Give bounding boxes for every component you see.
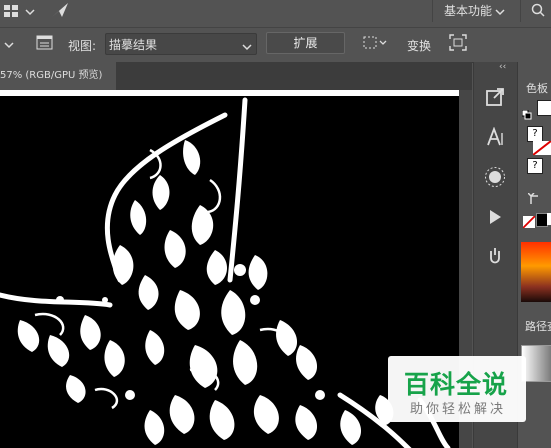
document-setup-icon[interactable] bbox=[36, 35, 54, 51]
isolate-icon[interactable] bbox=[449, 34, 467, 51]
collapse-chevron-icon[interactable] bbox=[3, 37, 15, 51]
export-icon[interactable] bbox=[478, 80, 511, 113]
divider bbox=[432, 0, 433, 22]
view-dropdown-value: 描摹结果 bbox=[109, 38, 158, 52]
workspace-switcher-icon[interactable] bbox=[3, 3, 19, 17]
color-spectrum[interactable] bbox=[521, 242, 551, 302]
color-panel-label[interactable]: 色板 bbox=[526, 80, 548, 96]
chevron-down-icon bbox=[242, 38, 252, 57]
double-chevron-icon[interactable]: ‹‹ bbox=[499, 62, 506, 72]
view-label: 视图: bbox=[68, 39, 97, 53]
watermark-title: 百科全说 bbox=[404, 370, 509, 399]
expand-button[interactable]: 扩展 bbox=[266, 32, 345, 54]
document-tab-title: 57% (RGB/GPU 预览) bbox=[0, 70, 103, 81]
view-dropdown[interactable]: 描摹结果 bbox=[105, 33, 257, 55]
search-icon[interactable] bbox=[530, 3, 550, 19]
return-arrow-icon[interactable] bbox=[527, 190, 540, 204]
character-icon[interactable] bbox=[478, 120, 511, 153]
swap-colors-icon[interactable] bbox=[521, 105, 532, 120]
fill-swatch[interactable] bbox=[537, 100, 551, 116]
watermark-subtitle: 助你轻松解决 bbox=[410, 402, 507, 417]
document-tab[interactable]: 57% (RGB/GPU 预览) bbox=[0, 62, 116, 90]
divider bbox=[520, 0, 521, 22]
white-swatch[interactable] bbox=[547, 213, 551, 225]
transform-label[interactable]: 变换 bbox=[407, 37, 431, 54]
none-swatch-icon[interactable] bbox=[532, 140, 551, 156]
chevron-down-icon[interactable] bbox=[25, 3, 35, 16]
puppet-warp-icon[interactable] bbox=[478, 240, 511, 273]
none-color-swatch[interactable] bbox=[522, 213, 536, 229]
pathfinder-panel-label[interactable]: 路径查 bbox=[525, 318, 551, 334]
workspace-chevron-icon[interactable] bbox=[495, 3, 505, 16]
send-icon[interactable] bbox=[50, 1, 70, 19]
workspace-label[interactable]: 基本功能 bbox=[444, 2, 492, 19]
application-bar: 基本功能 bbox=[0, 0, 551, 22]
stroke-swatch-secondary[interactable]: ? bbox=[527, 158, 543, 174]
appearance-icon[interactable] bbox=[478, 160, 511, 193]
play-icon[interactable] bbox=[478, 200, 511, 233]
align-icon[interactable] bbox=[362, 35, 388, 51]
